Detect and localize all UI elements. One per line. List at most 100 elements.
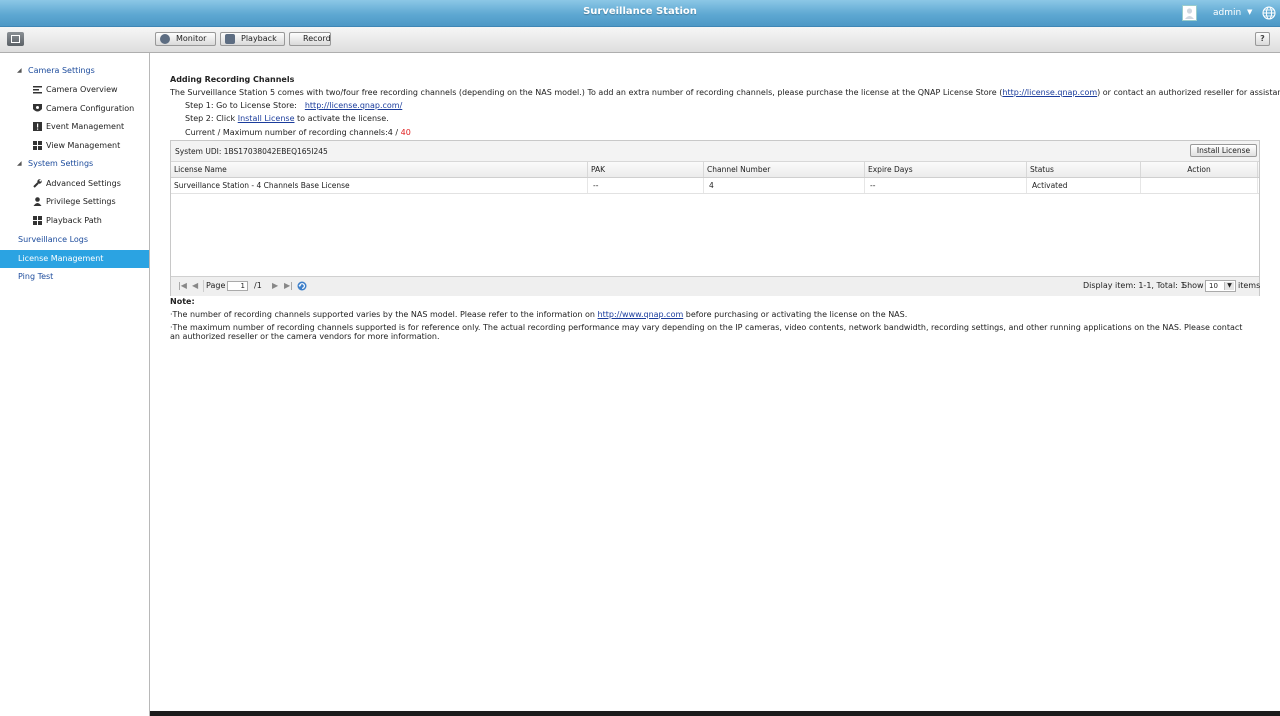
- sidebar-item-ping-test[interactable]: Ping Test: [0, 268, 149, 286]
- language-globe-icon[interactable]: [1262, 6, 1276, 20]
- step-1-label: Step 1: Go to License Store:: [185, 101, 297, 110]
- main-content: Adding Recording Channels The Surveillan…: [150, 53, 1280, 713]
- sidebar-item-view-management[interactable]: View Management: [0, 138, 149, 155]
- items-label: items: [1238, 281, 1261, 290]
- previous-page-icon[interactable]: ◀: [192, 281, 198, 290]
- step-2-suffix: to activate the license.: [294, 114, 389, 123]
- status-cell: Activated: [1027, 178, 1141, 193]
- sidebar-group-label: Camera Settings: [28, 66, 95, 75]
- column-header-status[interactable]: Status: [1027, 162, 1141, 177]
- view-grid-icon: [33, 141, 42, 150]
- license-panel-header: System UDI: 1BS17038042EBEQ165I245 Insta…: [171, 141, 1259, 162]
- column-header-pak[interactable]: PAK: [588, 162, 704, 177]
- column-header-channel-number[interactable]: Channel Number: [704, 162, 865, 177]
- table-header-row: License Name PAK Channel Number Expire D…: [171, 162, 1259, 178]
- sidebar: ◢ Camera Settings Camera Overview Camera…: [0, 53, 150, 716]
- note-title: Note:: [170, 297, 195, 306]
- record-button[interactable]: Record: [289, 32, 331, 46]
- monitor-label: Monitor: [176, 34, 207, 43]
- sidebar-group-camera-settings[interactable]: ◢ Camera Settings: [0, 63, 149, 79]
- total-pages: /1: [254, 281, 262, 290]
- intro-text: The Surveillance Station 5 comes with tw…: [170, 88, 1280, 97]
- install-license-link[interactable]: Install License: [238, 114, 295, 123]
- expand-arrow-icon: ◢: [17, 67, 22, 74]
- playback-button[interactable]: Playback: [220, 32, 285, 46]
- license-store-url-link[interactable]: http://license.qnap.com/: [305, 101, 402, 110]
- last-page-icon[interactable]: ▶|: [284, 281, 293, 290]
- sidebar-item-advanced-settings[interactable]: Advanced Settings: [0, 176, 149, 193]
- next-page-icon[interactable]: ▶: [272, 281, 278, 290]
- pak-cell: --: [588, 178, 704, 193]
- sidebar-item-label: Advanced Settings: [46, 179, 121, 188]
- sidebar-item-playback-path[interactable]: Playback Path: [0, 213, 149, 230]
- license-table: License Name PAK Channel Number Expire D…: [171, 162, 1259, 194]
- user-menu-chevron-down-icon[interactable]: ▼: [1247, 8, 1252, 16]
- sidebar-group-label: System Settings: [28, 159, 94, 168]
- sidebar-item-license-management[interactable]: License Management: [0, 250, 149, 268]
- sidebar-item-label: Camera Overview: [46, 85, 118, 94]
- playback-path-grid-icon: [33, 216, 42, 225]
- first-page-icon[interactable]: |◀: [178, 281, 187, 290]
- camera-configuration-icon: [33, 104, 42, 112]
- column-header-action[interactable]: Action: [1141, 162, 1258, 177]
- wrench-icon: [33, 179, 42, 188]
- system-udi: System UDI: 1BS17038042EBEQ165I245: [175, 147, 328, 156]
- bottom-bar: [150, 711, 1280, 716]
- note-2: ·The maximum number of recording channel…: [170, 323, 1243, 341]
- channel-number-cell: 4: [704, 178, 865, 193]
- monitor-button[interactable]: Monitor: [155, 32, 216, 46]
- expire-days-cell: --: [865, 178, 1027, 193]
- recording-channels-count: Current / Maximum number of recording ch…: [185, 128, 411, 137]
- camera-overview-icon: [33, 86, 42, 94]
- menu-toggle-button[interactable]: [7, 32, 24, 46]
- step-2-label: Step 2: Click: [185, 114, 238, 123]
- intro-text-b: ) or contact an authorized reseller for …: [1097, 88, 1280, 97]
- sidebar-group-system-settings[interactable]: ◢ System Settings: [0, 156, 149, 172]
- step-2: Step 2: Click Install License to activat…: [185, 114, 389, 123]
- column-header-expire-days[interactable]: Expire Days: [865, 162, 1027, 177]
- expand-arrow-icon: ◢: [17, 160, 22, 167]
- items-per-page-select[interactable]: 10 ▼: [1205, 280, 1236, 292]
- action-cell: [1141, 178, 1258, 193]
- help-button[interactable]: ?: [1255, 32, 1270, 46]
- sidebar-item-label: View Management: [46, 141, 121, 150]
- record-label: Record: [303, 34, 331, 43]
- toolbar: Monitor Playback Record ?: [0, 27, 1280, 53]
- sidebar-item-camera-configuration[interactable]: Camera Configuration: [0, 101, 149, 118]
- max-channels-value: 40: [400, 128, 411, 137]
- sidebar-item-label: Playback Path: [46, 216, 102, 225]
- column-header-license-name[interactable]: License Name: [171, 162, 588, 177]
- sidebar-item-label: Camera Configuration: [46, 104, 135, 113]
- menu-toggle-icon: [11, 35, 20, 43]
- app-title: Surveillance Station: [583, 6, 697, 17]
- section-title: Adding Recording Channels: [170, 75, 295, 84]
- note-1: ·The number of recording channels suppor…: [170, 310, 907, 319]
- sidebar-item-label: Event Management: [46, 122, 125, 131]
- chevron-down-icon: ▼: [1224, 282, 1234, 290]
- install-license-button[interactable]: Install License: [1190, 144, 1257, 157]
- license-store-link[interactable]: http://license.qnap.com: [1002, 88, 1097, 97]
- display-item-count: Display item: 1-1, Total: 1: [1083, 281, 1186, 290]
- user-name[interactable]: admin: [1213, 8, 1241, 18]
- sidebar-item-label: Surveillance Logs: [18, 235, 89, 244]
- refresh-icon[interactable]: [297, 281, 307, 291]
- page-label: Page: [206, 281, 226, 290]
- page-number-input[interactable]: 1: [227, 281, 248, 291]
- sidebar-item-privilege-settings[interactable]: Privilege Settings: [0, 194, 149, 211]
- sidebar-item-camera-overview[interactable]: Camera Overview: [0, 82, 149, 99]
- table-row[interactable]: Surveillance Station - 4 Channels Base L…: [171, 178, 1259, 194]
- monitor-icon: [160, 34, 170, 44]
- step-1: Step 1: Go to License Store: http://licen…: [185, 101, 402, 110]
- channels-label: Current / Maximum number of recording ch…: [185, 128, 401, 137]
- note-1-text-a: ·The number of recording channels suppor…: [170, 310, 598, 319]
- playback-icon: [225, 34, 235, 44]
- qnap-website-link[interactable]: http://www.qnap.com: [598, 310, 684, 319]
- sidebar-item-label: License Management: [18, 254, 104, 263]
- user-avatar-icon[interactable]: [1182, 5, 1197, 21]
- user-privilege-icon: [33, 197, 42, 206]
- sidebar-item-label: Ping Test: [18, 272, 54, 281]
- sidebar-item-surveillance-logs[interactable]: Surveillance Logs: [0, 231, 149, 249]
- show-label: Show: [1182, 281, 1204, 290]
- sidebar-item-event-management[interactable]: Event Management: [0, 119, 149, 136]
- license-name-cell: Surveillance Station - 4 Channels Base L…: [171, 178, 588, 193]
